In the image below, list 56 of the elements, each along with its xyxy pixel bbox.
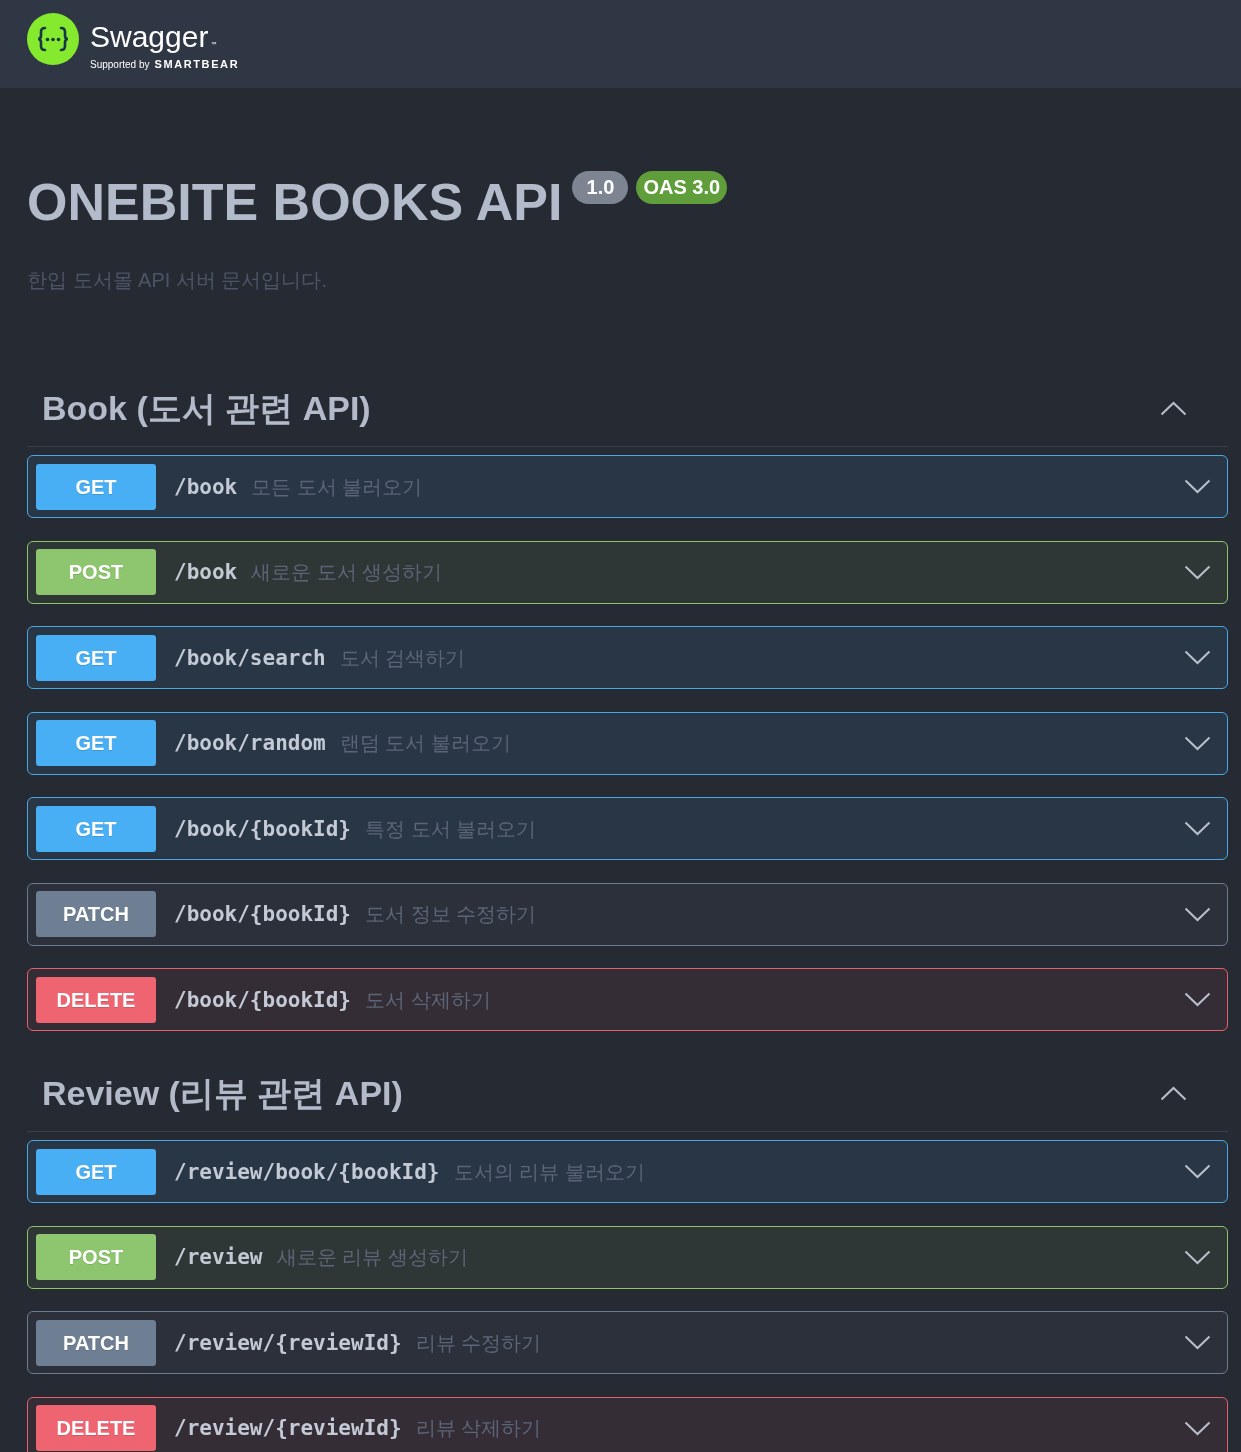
chevron-down-icon[interactable] (1184, 479, 1211, 494)
endpoint-path: /book/random (174, 730, 326, 757)
endpoint-summary: 새로운 도서 생성하기 (251, 560, 443, 585)
chevron-down-icon[interactable] (1184, 1420, 1211, 1436)
chevron-up-icon[interactable] (1160, 1085, 1187, 1101)
sponsor-name: SMARTBEAR (154, 57, 240, 71)
endpoint-path: /review/{reviewId} (174, 1329, 402, 1357)
chevron-down-icon[interactable] (1184, 1164, 1211, 1179)
endpoint-path: /book/search (174, 644, 326, 672)
braces-logo-icon (27, 13, 79, 65)
endpoint-summary: 새로운 리뷰 생성하기 (276, 1245, 468, 1270)
version-badge: 1.0 (572, 171, 629, 204)
endpoint-summary: 리뷰 수정하기 (415, 1330, 542, 1356)
api-title: ONEBITE BOOKS API (27, 172, 563, 233)
method-badge: DELETE (36, 976, 156, 1023)
endpoint-path: /book/{bookId} (174, 815, 351, 843)
chevron-down-icon[interactable] (1184, 992, 1211, 1007)
method-badge: GET (36, 720, 156, 766)
chevron-down-icon[interactable] (1184, 1335, 1211, 1350)
tagline-text: Supported by (90, 58, 150, 72)
method-badge: GET (36, 1148, 156, 1195)
endpoint-path: /book/{bookId} (174, 986, 351, 1014)
chevron-up-icon[interactable] (1160, 400, 1187, 416)
chevron-down-icon[interactable] (1184, 906, 1211, 922)
oas-badge: OAS 3.0 (636, 171, 728, 204)
chevron-down-icon[interactable] (1184, 650, 1211, 665)
method-badge: POST (36, 1234, 156, 1280)
endpoint-path: /review (174, 1244, 263, 1271)
section-title[interactable]: Book (도서 관련 API) (42, 386, 371, 430)
method-badge: PATCH (36, 1319, 156, 1366)
operation-row[interactable]: DELETE /book/{bookId} 도서 삭제하기 (27, 968, 1228, 1031)
method-badge: DELETE (36, 1405, 156, 1451)
operation-row[interactable]: POST /review 새로운 리뷰 생성하기 (27, 1225, 1228, 1289)
operation-row[interactable]: DELETE /review/{reviewId} 리뷰 삭제하기 (27, 1396, 1228, 1452)
chevron-down-icon[interactable] (1184, 564, 1211, 580)
chevron-down-icon[interactable] (1184, 735, 1211, 751)
operation-row[interactable]: PATCH /book/{bookId} 도서 정보 수정하기 (27, 882, 1228, 946)
operation-row[interactable]: PATCH /review/{reviewId} 리뷰 수정하기 (27, 1311, 1228, 1374)
brand-name: Swagger (90, 19, 209, 55)
endpoint-path: /book (174, 473, 238, 501)
endpoint-path: /review/{reviewId} (174, 1415, 402, 1442)
chevron-down-icon[interactable] (1184, 821, 1211, 836)
chevron-down-icon[interactable] (1184, 1249, 1211, 1265)
method-badge: GET (36, 463, 156, 510)
method-badge: POST (36, 549, 156, 595)
endpoint-summary: 리뷰 삭제하기 (415, 1416, 542, 1441)
operation-row[interactable]: POST /book 새로운 도서 생성하기 (27, 540, 1228, 604)
endpoint-summary: 도서 정보 수정하기 (365, 902, 537, 927)
endpoint-path: /review/book/{bookId} (174, 1158, 440, 1186)
method-badge: GET (36, 634, 156, 681)
endpoint-summary: 도서 삭제하기 (365, 987, 491, 1013)
method-badge: PATCH (36, 891, 156, 937)
method-badge: GET (36, 805, 156, 852)
endpoint-path: /book (174, 559, 238, 586)
endpoint-path: /book/{bookId} (174, 901, 351, 928)
section-title[interactable]: Review (리뷰 관련 API) (42, 1071, 403, 1115)
